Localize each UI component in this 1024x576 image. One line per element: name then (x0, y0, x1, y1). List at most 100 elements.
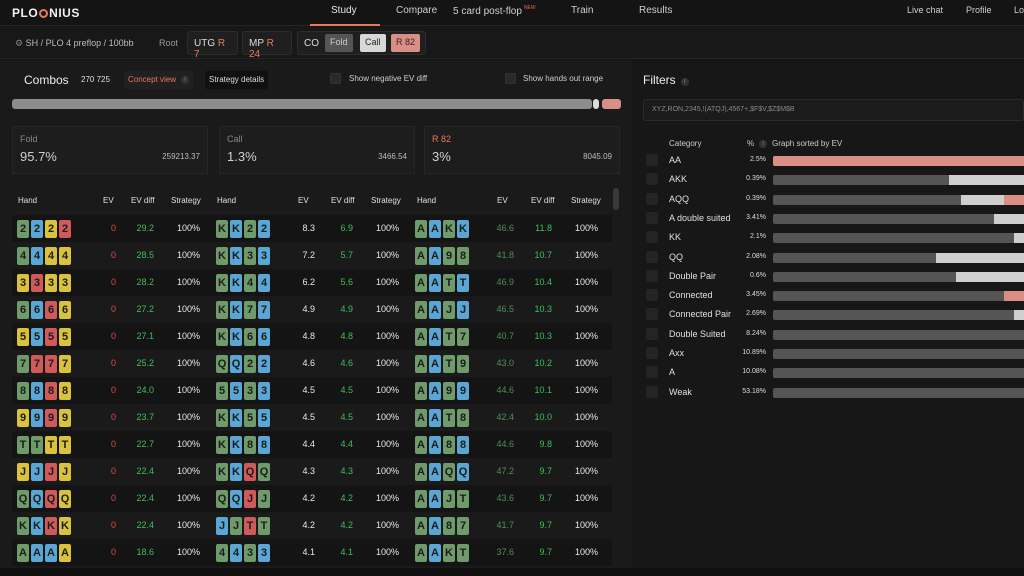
nav-results[interactable]: Results (639, 5, 672, 16)
hand-cards: KK77 (216, 300, 272, 319)
filter-checkbox[interactable] (646, 211, 658, 224)
game-settings-button[interactable]: ⚙ SH / PLO 4 preflop / 100bb (15, 38, 134, 49)
table-scrollbar[interactable] (613, 188, 619, 210)
fold-button[interactable]: Fold (325, 34, 353, 52)
filter-checkbox[interactable] (646, 231, 658, 244)
card: K (31, 517, 43, 535)
nav-logout[interactable]: Lo (1014, 5, 1024, 15)
table-row[interactable]: 5 5 5 5 0 27.1 100% K K 6 6 4.8 4.8 100% A A T 7 40.7 10.3 1… (12, 323, 612, 350)
hdr-ev[interactable]: EV (497, 196, 508, 205)
filter-ev-graph (773, 213, 1024, 224)
hdr-ev-diff[interactable]: EV diff (331, 196, 354, 205)
filter-row[interactable]: Weak 53.18% (643, 384, 1024, 403)
hdr-ev-diff[interactable]: EV diff (131, 196, 154, 205)
card: 7 (31, 355, 43, 373)
table-row[interactable]: 4 4 4 4 0 28.5 100% K K 3 3 7.2 5.7 100% A A 9 8 41.8 10.7 1… (12, 242, 612, 269)
nav-compare[interactable]: Compare (396, 5, 437, 16)
hdr-strategy[interactable]: Strategy (571, 196, 601, 205)
filter-checkbox[interactable] (646, 347, 658, 359)
call-button[interactable]: Call (360, 34, 386, 52)
card: 4 (45, 247, 57, 265)
card: K (230, 247, 242, 265)
filter-checkbox[interactable] (646, 308, 658, 321)
table-row[interactable]: K K K K 0 22.4 100% J J T T 4.2 4.2 100% A A 8 7 41.7 9.7 10… (12, 512, 612, 539)
concept-view-button[interactable]: Concept view i (124, 71, 194, 89)
filter-checkbox[interactable] (646, 289, 658, 302)
filter-checkbox[interactable] (646, 385, 658, 398)
mp-position[interactable]: MP R 24 (242, 31, 292, 60)
filter-row[interactable]: Axx 10.89% (643, 345, 1024, 364)
card: 7 (457, 328, 469, 346)
hand-cards: 3333 (17, 273, 73, 292)
stat-count: 259213.37 (162, 152, 200, 161)
hdr-hand[interactable]: Hand (18, 196, 37, 205)
table-row[interactable]: Q Q Q Q 0 22.4 100% Q Q J J 4.2 4.2 100% A A J T 43.6 9.7 10… (12, 485, 612, 512)
card: K (216, 274, 228, 292)
table-row[interactable]: 6 6 6 6 0 27.2 100% K K 7 7 4.9 4.9 100% A A J J 46.5 10.3 1… (12, 296, 612, 323)
card: 2 (31, 220, 43, 238)
table-row[interactable]: J J J J 0 22.4 100% K K Q Q 4.3 4.3 100% A A Q Q 47.2 9.7 10… (12, 458, 612, 485)
strategy-value: 100% (176, 412, 200, 422)
card: 4 (59, 247, 71, 265)
filter-row[interactable]: Double Suited 8.24% (643, 326, 1024, 345)
filter-checkbox[interactable] (646, 154, 658, 166)
filter-input[interactable]: XYZ,RON,2345,!(ATQJ),4567+,$F$V,$Z$M$B (643, 99, 1024, 121)
stat-raise[interactable]: R 82 3% 8045.09 (424, 126, 620, 174)
card: A (415, 220, 427, 238)
hdr-strategy[interactable]: Strategy (371, 196, 401, 205)
stat-label: Call (227, 134, 243, 144)
filter-row[interactable]: A double suited 3.41% (643, 210, 1024, 229)
game-settings-label: SH / PLO 4 preflop / 100bb (25, 38, 134, 48)
nav-5-card-post-flop[interactable]: 5 card post-flop NEW (453, 5, 536, 17)
filter-checkbox[interactable] (646, 269, 658, 282)
filter-row[interactable]: Connected Pair 2.69% (643, 306, 1024, 325)
table-row[interactable]: 9 9 9 9 0 23.7 100% K K 5 5 4.5 4.5 100% A A T 8 42.4 10.0 1… (12, 404, 612, 431)
table-row[interactable]: 2 2 2 2 0 29.2 100% K K 2 2 8.3 6.9 100% A A K K 46.6 11.8 1… (12, 215, 612, 242)
filter-row[interactable]: KK 2.1% (643, 229, 1024, 248)
hdr-strategy[interactable]: Strategy (171, 196, 201, 205)
filter-row[interactable]: A 10.08% (643, 364, 1024, 383)
logo[interactable]: PLO NIUS (12, 6, 80, 20)
table-row[interactable]: A A A A 0 18.6 100% 4 4 3 3 4.1 4.1 100% A A K T 37.6 9.7 10… (12, 539, 612, 566)
game-settings-bar: ⚙ SH / PLO 4 preflop / 100bb Root (0, 27, 1024, 59)
filter-row[interactable]: AA 2.5% (643, 152, 1024, 171)
filter-checkbox[interactable] (646, 192, 658, 205)
hdr-hand[interactable]: Hand (417, 196, 436, 205)
filter-checkbox[interactable] (646, 173, 658, 186)
show-hands-out-checkbox[interactable] (505, 73, 516, 84)
table-row[interactable]: 3 3 3 3 0 28.2 100% K K 4 4 6.2 5.6 100% A A T T 46.9 10.4 1… (12, 269, 612, 296)
hdr-ev[interactable]: EV (103, 196, 114, 205)
stat-call[interactable]: Call 1.3% 3466.54 (219, 126, 415, 174)
card: 6 (59, 301, 71, 319)
nav-profile[interactable]: Profile (966, 5, 992, 15)
filter-checkbox[interactable] (646, 250, 658, 263)
filter-row[interactable]: Connected 3.45% (643, 287, 1024, 306)
strategy-details-button[interactable]: Strategy details (205, 71, 269, 89)
nav-train[interactable]: Train (571, 5, 593, 16)
table-row[interactable]: 7 7 7 7 0 25.2 100% Q Q 2 2 4.6 4.6 100% A A T 9 43.0 10.2 1… (12, 350, 612, 377)
card: 8 (443, 436, 455, 454)
filter-row[interactable]: AKK 0.39% (643, 171, 1024, 190)
filter-row[interactable]: Double Pair 0.6% (643, 268, 1024, 287)
nav-study[interactable]: Study (331, 5, 357, 16)
show-negative-checkbox[interactable] (330, 73, 341, 84)
table-row[interactable]: T T T T 0 22.7 100% K K 8 8 4.4 4.4 100% A A 8 8 44.6 9.8 10… (12, 431, 612, 458)
utg-position[interactable]: UTG R 7 (187, 31, 238, 60)
hand-cards: 2222 (17, 219, 73, 238)
nav-live-chat[interactable]: Live chat (907, 5, 943, 15)
strategy-bar-raise (602, 99, 621, 109)
filter-checkbox[interactable] (646, 366, 658, 379)
raise-button[interactable]: R 82 (391, 34, 421, 52)
filter-row[interactable]: AQQ 0.39% (643, 191, 1024, 210)
hdr-ev[interactable]: EV (298, 196, 309, 205)
hdr-ev-diff[interactable]: EV diff (531, 196, 554, 205)
filter-row[interactable]: QQ 2.08% (643, 249, 1024, 268)
stat-fold[interactable]: Fold 95.7% 259213.37 (12, 126, 208, 174)
card: 8 (31, 382, 43, 400)
ev-diff-value: 4.5 (340, 385, 353, 395)
ev-diff-value: 27.1 (136, 331, 154, 341)
table-row[interactable]: 8 8 8 8 0 24.0 100% 5 5 3 3 4.5 4.5 100% A A 9 9 44.6 10.1 1… (12, 377, 612, 404)
filter-checkbox[interactable] (646, 327, 658, 340)
root-label[interactable]: Root (159, 38, 178, 48)
hdr-hand[interactable]: Hand (217, 196, 236, 205)
